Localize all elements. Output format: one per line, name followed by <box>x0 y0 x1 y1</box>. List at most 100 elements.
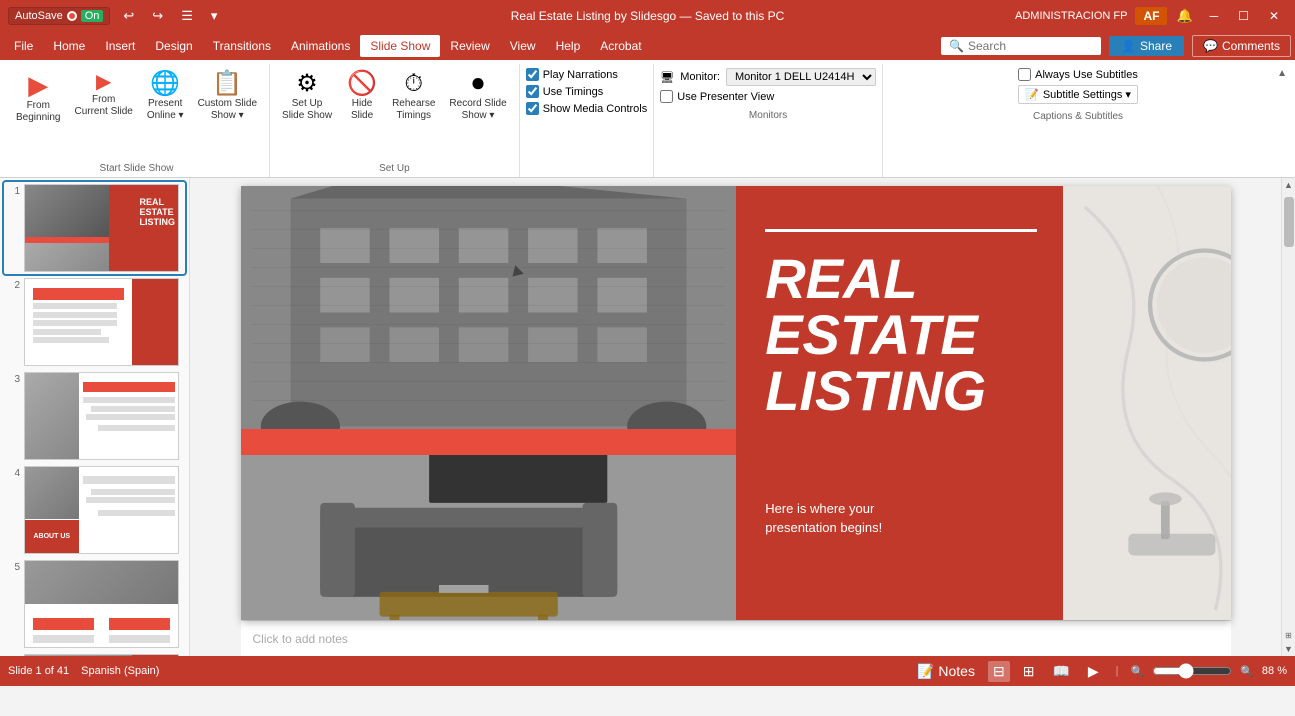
slide-item-3[interactable]: 3 <box>4 370 185 462</box>
play-narrations-checkbox[interactable] <box>526 68 539 81</box>
from-current-label: FromCurrent Slide <box>74 94 132 118</box>
slide-item-6[interactable]: 6 <box>4 652 185 656</box>
always-subtitles-checkbox[interactable] <box>1018 68 1031 81</box>
from-beginning-button[interactable]: ▶ FromBeginning <box>10 68 66 128</box>
profile-button[interactable]: AF <box>1135 7 1167 25</box>
ribbon-toggle-button[interactable]: 🔔 <box>1171 6 1197 26</box>
share-label: Share <box>1140 39 1172 53</box>
show-media-check[interactable]: Show Media Controls <box>526 102 648 115</box>
rehearse-button[interactable]: ⏱ RehearseTimings <box>386 68 441 126</box>
monitors-section: 🖥 Monitor: Monitor 1 DELL U2414H Use Pre… <box>660 64 876 107</box>
autosave-button[interactable]: AutoSave On <box>8 7 110 25</box>
play-narrations-label: Play Narrations <box>543 69 618 81</box>
slide-sorter-button[interactable]: ⊞ <box>1018 661 1040 682</box>
minimize-button[interactable]: ─ <box>1202 7 1227 25</box>
menu-review[interactable]: Review <box>440 35 499 57</box>
setup-slideshow-button[interactable]: ⚙ Set UpSlide Show <box>276 68 338 126</box>
ribbon-group-captions: Always Use Subtitles 📝 Subtitle Settings… <box>883 64 1273 177</box>
language: Spanish (Spain) <box>81 665 159 677</box>
comment-icon: 💬 <box>1203 39 1218 53</box>
menu-insert[interactable]: Insert <box>95 35 145 57</box>
main-scrollbar[interactable]: ▲ ⊞ ▼ <box>1281 178 1295 656</box>
slide-subtitle: Here is where yourpresentation begins! <box>765 499 882 538</box>
slide-item-4[interactable]: 4 ABOUT US <box>4 464 185 556</box>
monitor-row: 🖥 Monitor: Monitor 1 DELL U2414H <box>660 68 876 86</box>
slide-item-2[interactable]: 2 <box>4 276 185 368</box>
menu-transitions[interactable]: Transitions <box>203 35 281 57</box>
undo-button[interactable]: ↩ <box>118 6 139 26</box>
menu-animations[interactable]: Animations <box>281 35 360 57</box>
zoom-decrease-icon: 🔍 <box>1131 665 1145 678</box>
scroll-fit-button[interactable]: ⊞ <box>1282 629 1295 642</box>
zoom-level: 88 % <box>1262 665 1287 677</box>
slide-thumb-3 <box>24 372 179 460</box>
show-media-checkbox[interactable] <box>526 102 539 115</box>
menu-slideshow[interactable]: Slide Show <box>360 35 440 57</box>
reading-view-button[interactable]: 📖 <box>1047 661 1074 682</box>
custom-slideshow-button[interactable]: 📋 Custom SlideShow ▾ <box>192 68 263 126</box>
monitor-icon: 🖥 <box>660 71 674 84</box>
menu-design[interactable]: Design <box>145 35 202 57</box>
search-input[interactable] <box>968 39 1088 53</box>
subtitle-settings-label: Subtitle Settings ▾ <box>1043 88 1131 101</box>
slide-marble-photo <box>1063 186 1231 620</box>
customize-button[interactable]: ☰ <box>176 6 198 26</box>
slide-number-4: 4 <box>6 468 20 479</box>
notes-area[interactable]: Click to add notes <box>241 620 1231 656</box>
redo-button[interactable]: ↪ <box>147 6 168 26</box>
slide-photo-top <box>241 186 736 429</box>
play-narrations-check[interactable]: Play Narrations <box>526 68 648 81</box>
always-subtitles-label: Always Use Subtitles <box>1035 69 1138 81</box>
close-button[interactable]: ✕ <box>1261 7 1287 25</box>
always-subtitles-check[interactable]: Always Use Subtitles <box>1018 68 1138 81</box>
presenter-view-check[interactable]: Use Presenter View <box>660 90 876 103</box>
menu-help[interactable]: Help <box>546 35 591 57</box>
ribbon-checkboxes: Play Narrations Use Timings Show Media C… <box>526 64 648 119</box>
slide-item-1[interactable]: 1 REALESTATELISTING <box>4 182 185 274</box>
ribbon-collapse-button[interactable]: ▲ <box>1273 68 1291 79</box>
ribbon-group-start-buttons: ▶ FromBeginning ▶ FromCurrent Slide 🌐 Pr… <box>10 64 263 160</box>
share-button[interactable]: 👤 Share <box>1109 36 1184 56</box>
normal-view-button[interactable]: ⊟ <box>988 661 1010 682</box>
scroll-down-button[interactable]: ▼ <box>1282 642 1295 656</box>
zoom-increase-icon: 🔍 <box>1240 665 1254 678</box>
slide-thumb-2 <box>24 278 179 366</box>
ribbon-group-checkboxes: Play Narrations Use Timings Show Media C… <box>520 64 655 177</box>
ribbon-setup-buttons: ⚙ Set UpSlide Show 🚫 HideSlide ⏱ Rehears… <box>276 64 513 160</box>
slide-thumb-1: REALESTATELISTING <box>24 184 179 272</box>
subtitle-settings-button[interactable]: 📝 Subtitle Settings ▾ <box>1018 85 1138 104</box>
title-bar-right: ADMINISTRACION FP AF 🔔 ─ ☐ ✕ <box>1015 6 1287 26</box>
menu-view[interactable]: View <box>500 35 546 57</box>
notes-button[interactable]: 📝 Notes <box>912 661 980 682</box>
slide-thumb-6 <box>24 654 179 656</box>
menu-acrobat[interactable]: Acrobat <box>590 35 651 57</box>
presenter-view-checkbox[interactable] <box>660 90 673 103</box>
presenter-view-label: Use Presenter View <box>677 91 774 103</box>
zoom-slider[interactable] <box>1152 663 1232 679</box>
menu-bar: File Home Insert Design Transitions Anim… <box>0 32 1295 60</box>
maximize-button[interactable]: ☐ <box>1230 7 1257 25</box>
present-online-button[interactable]: 🌐 PresentOnline ▾ <box>141 68 190 126</box>
menu-file[interactable]: File <box>4 35 43 57</box>
monitors-group-label: Monitors <box>749 107 787 124</box>
use-timings-check[interactable]: Use Timings <box>526 85 648 98</box>
subtitle-settings-icon: 📝 <box>1025 88 1039 101</box>
status-bar: Slide 1 of 41 Spanish (Spain) 📝 Notes ⊟ … <box>0 656 1295 686</box>
dropdown-button[interactable]: ▾ <box>206 6 223 26</box>
slideshow-view-button[interactable]: ▶ <box>1083 661 1104 682</box>
autosave-indicator <box>67 11 77 21</box>
menu-home[interactable]: Home <box>43 35 95 57</box>
slide-canvas[interactable]: REAL ESTATE LISTING Here is where yourpr… <box>241 186 1231 620</box>
record-slideshow-button[interactable]: ⏺ Record SlideShow ▾ <box>443 68 512 126</box>
hide-slide-button[interactable]: 🚫 HideSlide <box>340 68 384 126</box>
scroll-thumb[interactable] <box>1284 197 1294 247</box>
menu-right: 🔍 👤 Share 💬 Comments <box>941 35 1291 57</box>
monitor-select[interactable]: Monitor 1 DELL U2414H <box>726 68 876 86</box>
slide-item-5[interactable]: 5 <box>4 558 185 650</box>
main-area: 1 REALESTATELISTING 2 <box>0 178 1295 656</box>
from-current-button[interactable]: ▶ FromCurrent Slide <box>68 68 138 122</box>
scroll-up-button[interactable]: ▲ <box>1282 178 1295 192</box>
use-timings-checkbox[interactable] <box>526 85 539 98</box>
search-box: 🔍 <box>941 37 1101 55</box>
comments-button[interactable]: 💬 Comments <box>1192 35 1291 57</box>
